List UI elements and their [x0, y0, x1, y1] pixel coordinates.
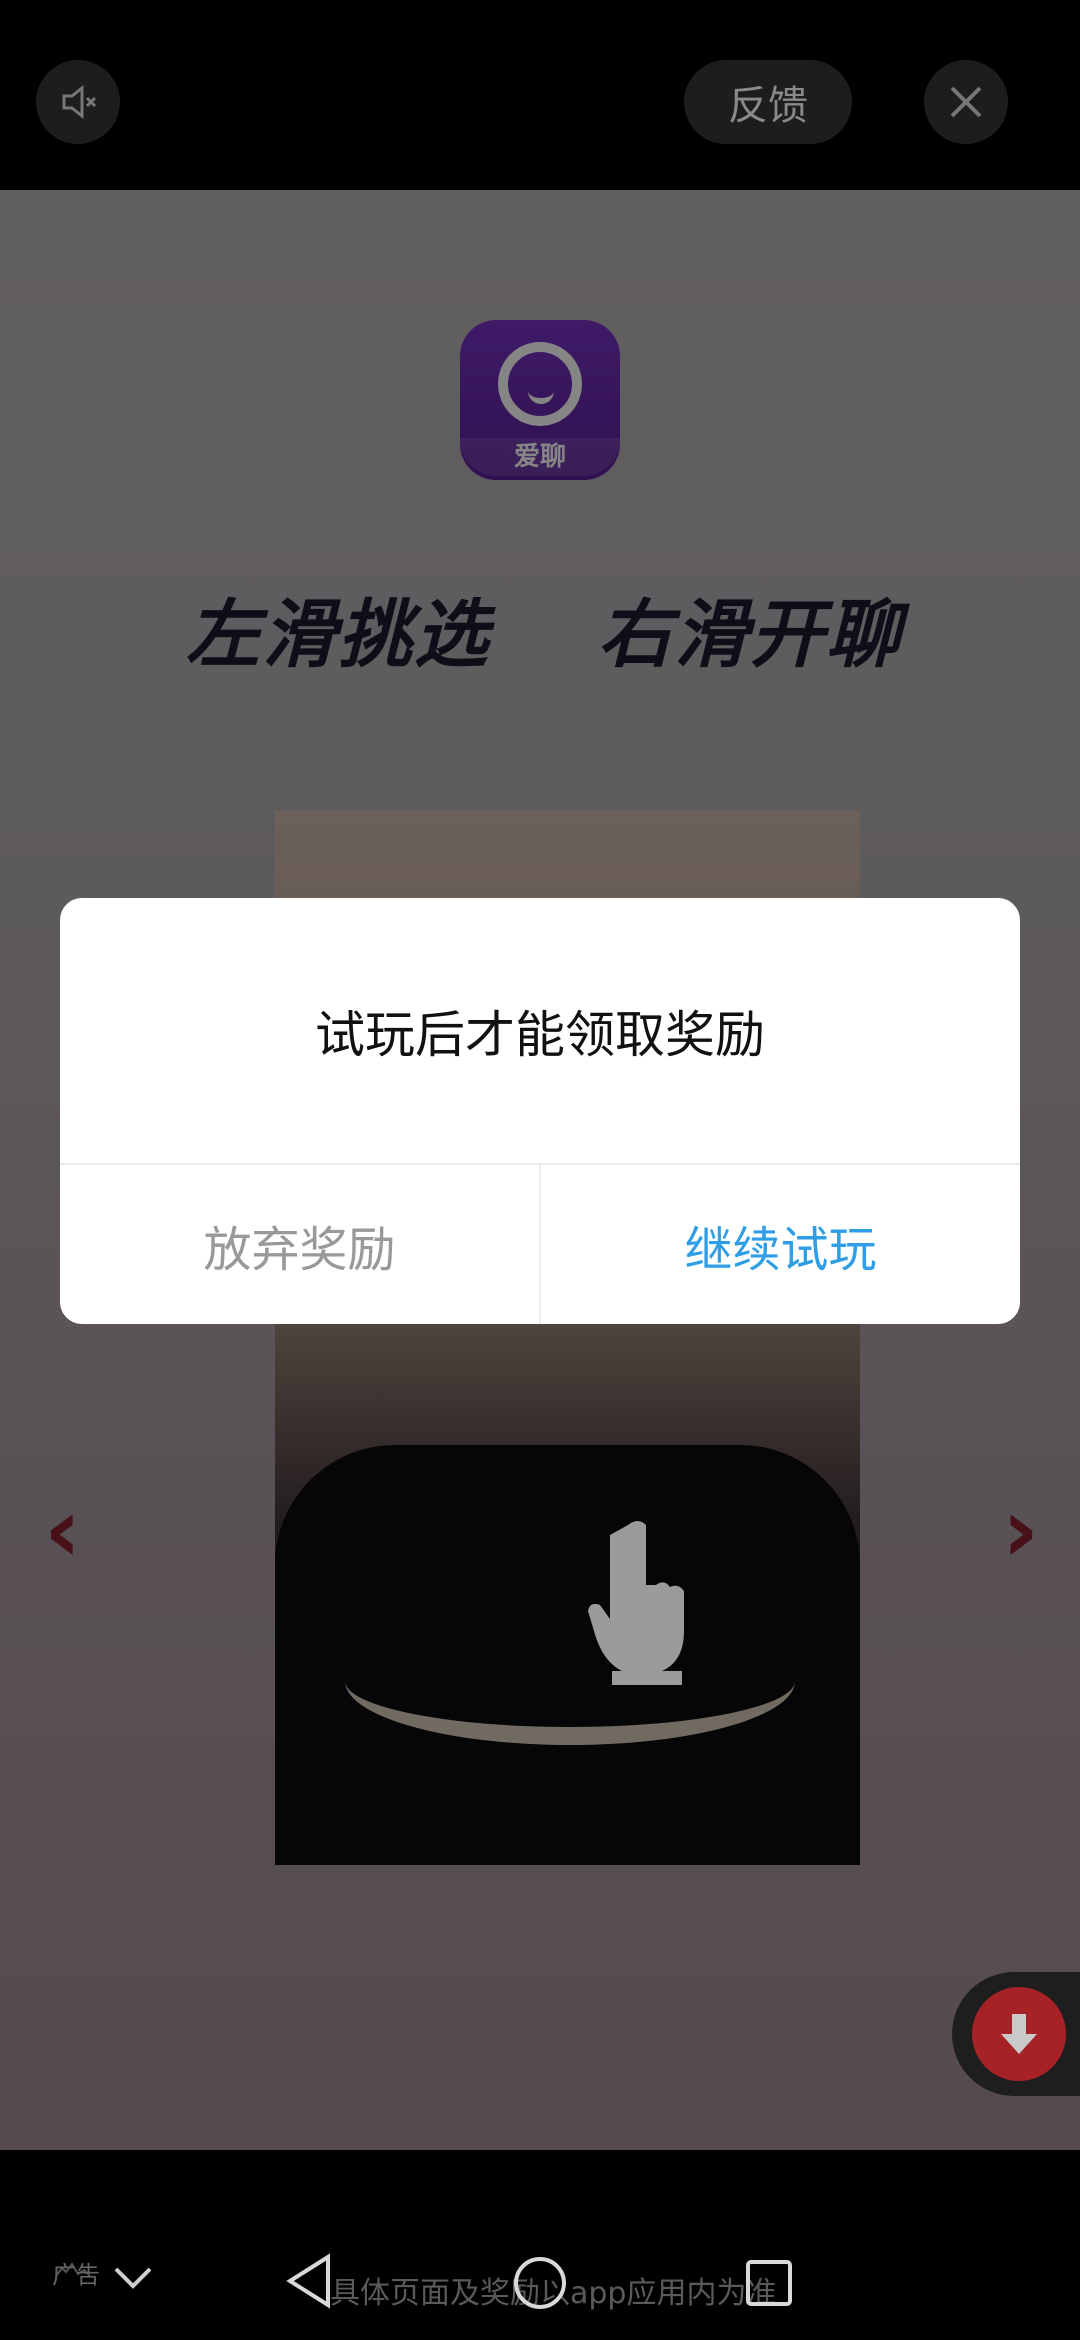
chevron-down-icon[interactable]: [112, 2265, 154, 2291]
feedback-button[interactable]: 反馈: [684, 60, 852, 144]
continue-trial-button[interactable]: 继续试玩: [541, 1165, 1020, 1324]
pointing-hand-icon: [588, 1521, 684, 1685]
give-up-reward-button[interactable]: 放弃奖励: [60, 1165, 539, 1324]
home-circle-icon[interactable]: [512, 2255, 568, 2311]
close-icon: [950, 86, 982, 118]
reward-dialog: 试玩后才能领取奖励 放弃奖励 继续试玩: [60, 898, 1020, 1324]
top-bar: 反馈: [0, 0, 1080, 190]
close-button[interactable]: [924, 60, 1008, 144]
download-button[interactable]: [972, 1987, 1066, 2081]
recents-square-icon[interactable]: [744, 2258, 794, 2308]
ad-label: 广告: [52, 2261, 100, 2289]
back-triangle-icon[interactable]: [284, 2253, 334, 2309]
download-arrow-icon: [1001, 2014, 1037, 2054]
mute-button[interactable]: [36, 60, 120, 144]
dialog-message: 试玩后才能领取奖励: [315, 1005, 765, 1064]
speaker-muted-icon: [62, 84, 97, 120]
